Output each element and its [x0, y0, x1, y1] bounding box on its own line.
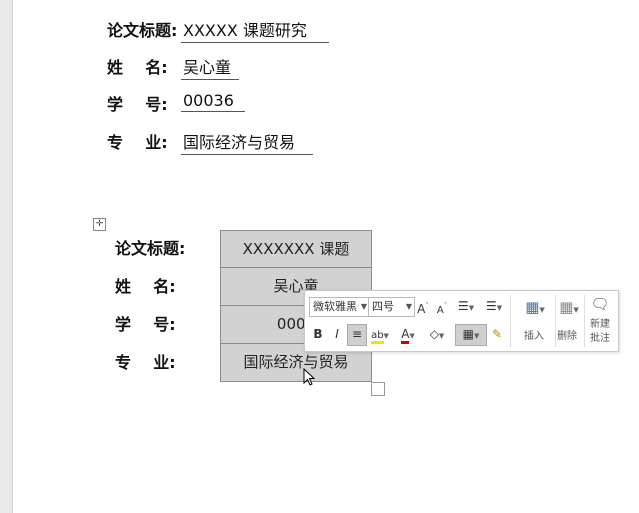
- comment-plus-icon: 🗨: [590, 295, 610, 313]
- new-comment-label-line1: 新建: [590, 319, 610, 330]
- font-size-value: 四号: [372, 300, 394, 313]
- paint-bucket-icon: ◇: [429, 327, 439, 341]
- chevron-down-icon: ▼: [573, 306, 579, 314]
- table-label-cell[interactable]: 学 号:: [107, 306, 207, 344]
- table-label-cell[interactable]: 论文标题:: [107, 230, 207, 268]
- table-insert-icon: ▦: [525, 298, 540, 316]
- form-label: 专 业:: [107, 133, 168, 152]
- shrink-font-button[interactable]: Aˇ: [434, 296, 450, 316]
- form-label: 论文标题:: [107, 21, 178, 40]
- table-row: 论文标题: XXXXXXX 课题: [107, 230, 372, 268]
- highlight-icon: ab: [371, 330, 384, 344]
- grow-font-button[interactable]: Aˆ: [415, 296, 431, 316]
- new-comment-button[interactable]: 🗨: [588, 293, 612, 317]
- shading-button[interactable]: ◇▼: [424, 324, 450, 344]
- new-comment-label-line2: 批注: [590, 333, 610, 344]
- borders-icon: ▦: [462, 327, 474, 341]
- chevron-down-icon: ▼: [539, 306, 545, 314]
- delete-label: 删除: [557, 331, 577, 342]
- table-value-cell[interactable]: XXXXXXX 课题: [220, 230, 372, 268]
- chevron-down-icon: ▼: [496, 304, 503, 312]
- shrink-font-icon: A: [436, 305, 444, 316]
- toolbar-separator: [510, 295, 511, 347]
- form-value[interactable]: 国际经济与贸易: [181, 129, 313, 155]
- chevron-down-icon: ▼: [409, 332, 415, 340]
- bullets-button[interactable]: ☰▼: [454, 296, 478, 316]
- font-color-button[interactable]: A▼: [396, 324, 420, 344]
- delete-table-button[interactable]: ▦▼: [555, 296, 583, 320]
- chevron-down-icon: ▼: [468, 304, 475, 312]
- bold-button[interactable]: B: [310, 324, 326, 344]
- new-comment-label: 新建 批注: [586, 318, 614, 346]
- bullets-icon: ☰: [457, 299, 469, 313]
- table-move-handle[interactable]: ✛: [93, 218, 106, 231]
- form-value[interactable]: 吴心童: [181, 54, 239, 80]
- chevron-down-icon: ▼: [438, 332, 445, 340]
- chevron-down-icon: ▼: [473, 332, 480, 340]
- chevron-down-icon: ▼: [383, 332, 389, 340]
- format-painter-button[interactable]: ✎: [489, 324, 505, 344]
- chevron-down-icon: ▼: [405, 302, 412, 311]
- numbering-button[interactable]: ☰▼: [482, 296, 506, 316]
- highlight-button[interactable]: ab▼: [368, 324, 392, 344]
- font-name-select[interactable]: 微软雅黑 ▼: [309, 297, 370, 317]
- center-align-button[interactable]: ≡: [347, 324, 367, 346]
- mouse-pointer-icon: [303, 368, 315, 386]
- form-label: 姓 名:: [107, 58, 168, 77]
- mini-toolbar: 微软雅黑 ▼ 四号 ▼ Aˆ Aˇ ☰▼ ☰▼ B I ≡ ab▼ A▼ ◇▼ …: [304, 290, 619, 352]
- chevron-down-icon: ▼: [360, 302, 367, 311]
- form-value[interactable]: 00036: [181, 91, 245, 112]
- insert-label: 插入: [524, 331, 544, 342]
- toolbar-separator: [584, 295, 585, 347]
- italic-button[interactable]: I: [329, 324, 345, 344]
- table-delete-icon: ▦: [559, 298, 574, 316]
- insert-table-button[interactable]: ▦▼: [518, 296, 552, 320]
- font-name-value: 微软雅黑: [313, 300, 357, 313]
- form-value[interactable]: XXXXX 课题研究: [181, 17, 329, 43]
- numbering-icon: ☰: [485, 299, 497, 313]
- table-label-cell[interactable]: 姓 名:: [107, 268, 207, 306]
- borders-button[interactable]: ▦▼: [455, 324, 487, 346]
- form-label: 学 号:: [107, 95, 168, 114]
- table-resize-handle[interactable]: [371, 382, 385, 396]
- font-size-select[interactable]: 四号 ▼: [368, 297, 415, 317]
- table-label-cell[interactable]: 专 业:: [107, 344, 207, 382]
